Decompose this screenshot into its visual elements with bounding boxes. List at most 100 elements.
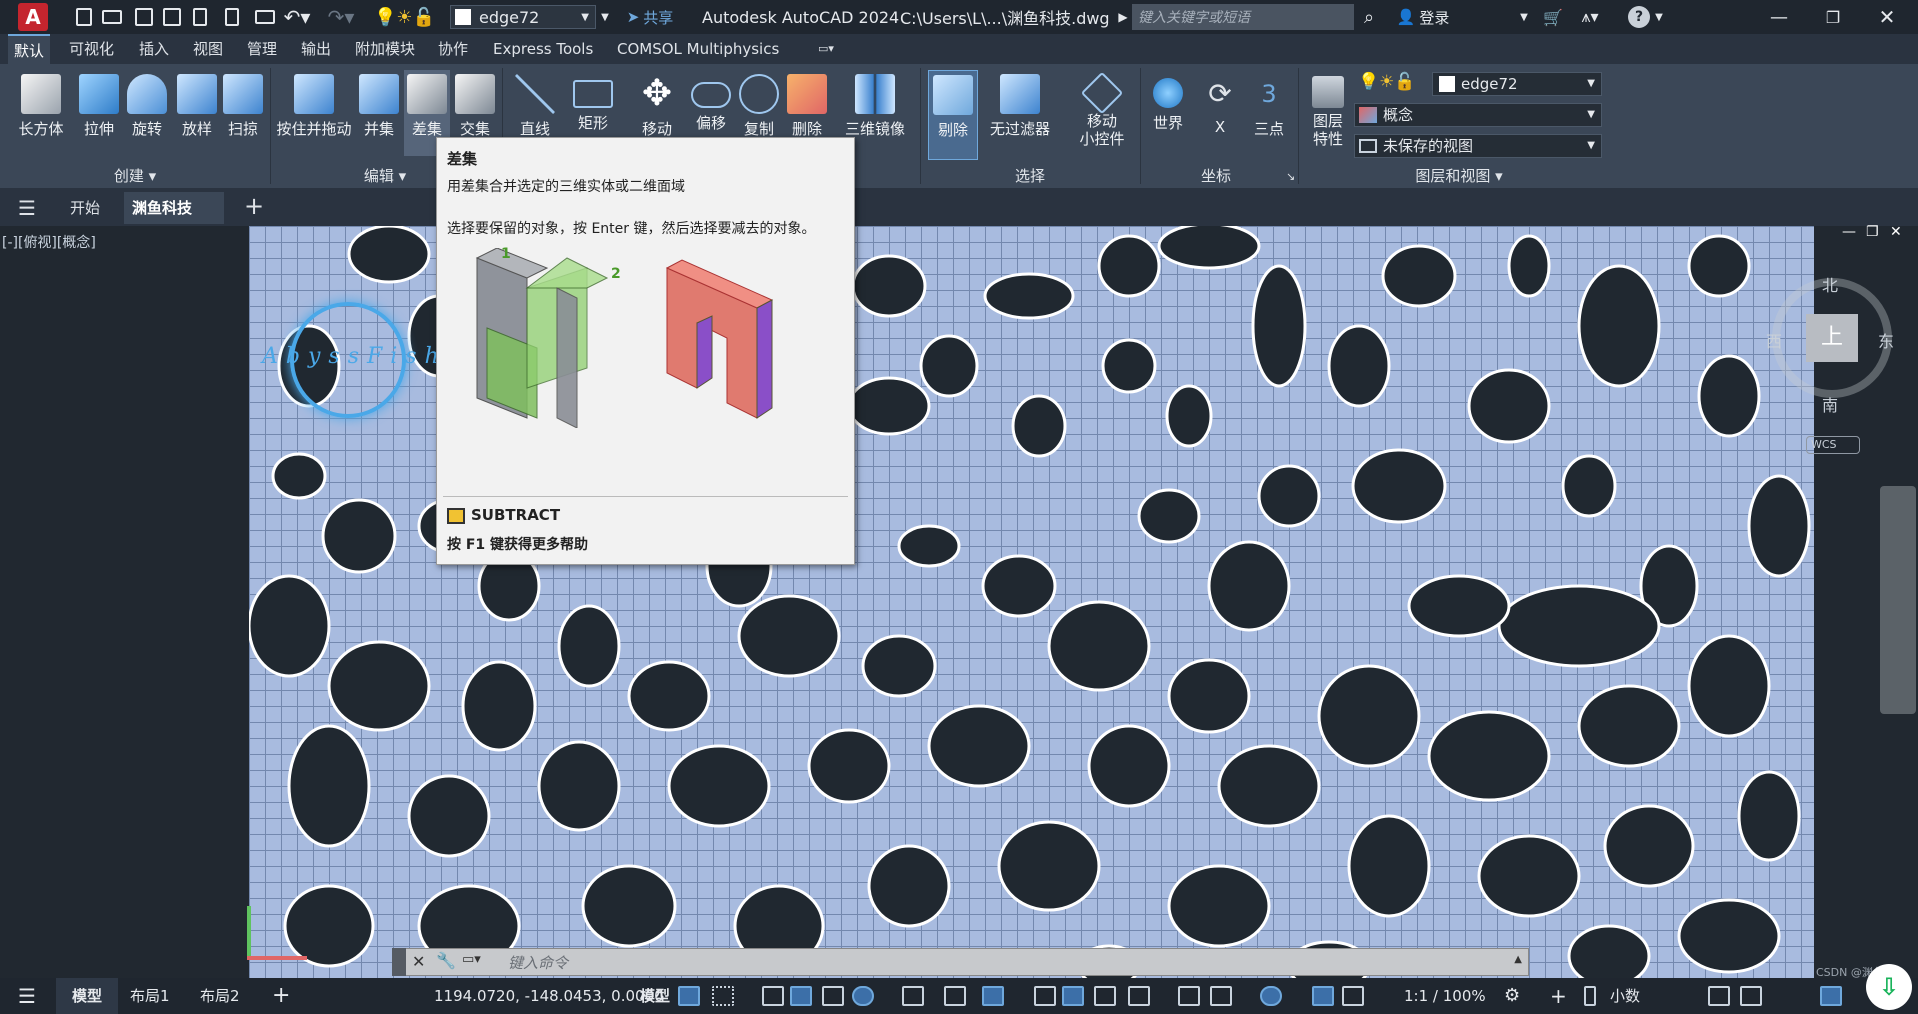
minimize-icon[interactable]: — [1764,0,1794,34]
app-menu-button[interactable]: A [18,3,48,31]
close-icon[interactable]: ✕ [1872,0,1902,34]
recent-commands-icon[interactable]: ▭▾ [462,952,481,967]
customize-qat-icon[interactable]: ▼ [598,0,612,34]
dynamic-input-icon[interactable] [790,986,812,1006]
3d-osnap-icon[interactable] [1128,986,1150,1006]
dynamic-ucs-icon[interactable] [1178,986,1200,1006]
ucs-world-button[interactable]: 世界 [1144,70,1192,178]
redo-icon[interactable]: ↷▾ [326,0,356,34]
command-line[interactable]: ✕ 🔧 ▭▾ 键入命令 ▲ [392,948,1529,976]
polar-tracking-icon[interactable] [852,986,874,1006]
drawing-viewport[interactable]: [-][俯视][概念] AbyssFish — ❐ ✕ 上 北 南 东 西 WC… [0,224,1918,978]
undo-icon[interactable]: ↶▾ [282,0,312,34]
login-button[interactable]: 👤 登录 [1390,0,1456,34]
model-space-button[interactable]: 模型 [640,978,670,1014]
lock-ui-icon[interactable] [1740,986,1762,1006]
tab-view[interactable]: 视图 [187,34,229,64]
viewcube-south[interactable]: 南 [1822,392,1838,416]
restore-icon[interactable]: ❐ [1818,0,1848,34]
viewport-close-icon[interactable]: ✕ [1890,224,1902,240]
print-icon[interactable] [252,0,278,34]
ribbon-minimize-icon[interactable]: ▭▾ [812,34,840,64]
viewport-controls-label[interactable]: [-][俯视][概念] [2,232,96,252]
quick-properties-icon[interactable] [1708,986,1730,1006]
layout-menu-icon[interactable]: ☰ [18,978,36,1014]
web-mobile-icon[interactable] [188,0,212,34]
share-button[interactable]: ➤ 共享 [620,0,680,34]
selection-cycling-icon[interactable] [1094,986,1116,1006]
transparency-icon[interactable] [1062,986,1084,1006]
viewcube-north[interactable]: 北 [1822,272,1838,296]
open-folder-icon[interactable] [100,0,124,34]
cmdline-customize-icon[interactable]: 🔧 [436,951,456,970]
tab-start[interactable]: 开始 [62,192,108,224]
coords-panel-launcher-icon[interactable]: ↘ [1286,170,1295,183]
command-input[interactable]: 键入命令 [508,952,568,973]
selection-filter-icon[interactable] [1210,986,1232,1006]
hamburger-menu-icon[interactable]: ☰ [18,196,36,220]
viewport-minimize-icon[interactable]: — [1842,224,1856,240]
tab-layout1[interactable]: 布局1 [130,978,170,1014]
lineweight-icon[interactable] [1034,986,1056,1006]
tab-drawing[interactable]: 渊鱼科技*✕ [124,192,224,249]
viewport-restore-icon[interactable]: ❐ [1866,224,1879,240]
tab-addins[interactable]: 附加模块 [349,34,421,64]
presspull-button[interactable]: 按住并拖动 [276,70,352,178]
tab-visualize[interactable]: 可视化 [63,34,120,64]
ucs-3point-button[interactable]: 3 三点 [1246,70,1292,178]
cart-icon[interactable]: 🛒 [1542,0,1564,34]
visual-style-combo[interactable]: 概念 ▼ [1354,103,1602,127]
grid-icon[interactable] [678,986,700,1006]
save-icon[interactable] [132,0,156,34]
annotation-scale[interactable]: 1:1 / 100% [1404,978,1486,1014]
add-layout-icon[interactable]: + [272,978,290,1014]
layer-state-icons[interactable]: 💡☀🔓 [374,0,448,34]
panel-title-layers-view[interactable]: 图层和视图 ▾ [1384,165,1534,187]
box-button[interactable]: 长方体 [14,70,68,178]
search-input[interactable]: 键入关键字或短语 [1132,4,1354,30]
named-view-combo[interactable]: 未保存的视图 ▼ [1354,134,1602,158]
revolve-button[interactable]: 旋转 [120,70,174,178]
tab-insert[interactable]: 插入 [133,34,175,64]
tab-model[interactable]: 模型 [56,978,118,1014]
navigation-bar[interactable] [1880,486,1916,714]
cmdline-grip[interactable] [392,948,406,976]
panel-title-edit[interactable]: 编辑 ▾ [350,165,420,187]
object-snap-tracking-icon[interactable] [944,986,966,1006]
annotation-visibility-icon[interactable] [1312,986,1334,1006]
snap-icon[interactable] [712,986,734,1006]
workspace-gear-icon[interactable]: ⚙ [1504,978,1520,1014]
new-tab-icon[interactable]: + [244,192,264,220]
viewcube-east[interactable]: 东 [1878,328,1894,352]
ortho-icon[interactable] [822,986,844,1006]
search-icon[interactable]: ⌕ [1358,0,1380,34]
cmdline-close-icon[interactable]: ✕ [412,952,425,971]
new-file-icon[interactable] [72,0,96,34]
help-chevron-icon[interactable]: ▼ [1652,0,1666,34]
download-badge-icon[interactable]: ⇩ [1866,964,1912,1010]
export-icon[interactable] [220,0,244,34]
tab-express-tools[interactable]: Express Tools [487,34,599,64]
coordinate-readout[interactable]: 1194.0720, -148.0453, 0.0000 [434,978,664,1014]
tab-comsol[interactable]: COMSOL Multiphysics [611,34,785,64]
tab-output[interactable]: 输出 [295,34,337,64]
save-as-icon[interactable] [160,0,184,34]
cmdline-expand-icon[interactable]: ▲ [1514,954,1522,965]
auto-scale-icon[interactable] [1342,986,1364,1006]
layer-combo[interactable]: edge72 ▼ [1432,72,1602,96]
wcs-menu[interactable]: WCS [1806,436,1860,454]
tab-default[interactable]: 默认 [8,34,51,64]
union-button[interactable]: 并集 [354,70,404,178]
units-value[interactable]: 小数 [1610,978,1640,1014]
isometric-icon[interactable] [902,986,924,1006]
viewcube-west[interactable]: 西 [1766,328,1782,352]
no-filter-button[interactable]: 无过滤器 [988,70,1052,178]
annotation-add-icon[interactable]: + [1550,978,1567,1014]
panel-title-create[interactable]: 创建 ▾ [90,165,180,187]
viewcube-face-top[interactable]: 上 [1806,314,1858,362]
autodesk-app-icon[interactable]: ⩚▾ [1570,0,1610,34]
gizmo-button[interactable]: 移动 小控件 [1072,70,1132,178]
layer-dropdown[interactable]: edge72 ▼ [450,5,596,29]
layer-toggle-icons[interactable]: 💡☀🔓 [1358,72,1416,92]
object-snap-icon[interactable] [982,986,1004,1006]
